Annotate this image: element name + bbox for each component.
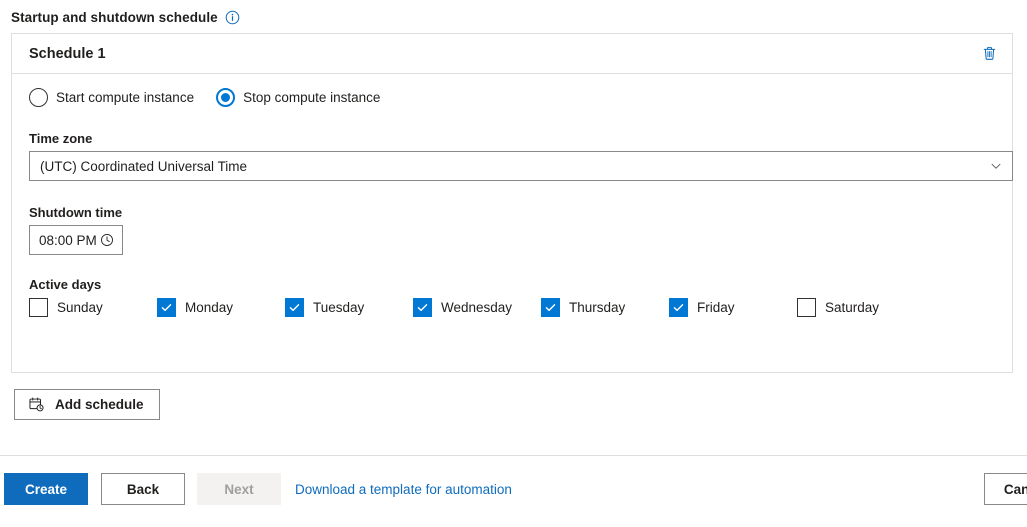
delete-schedule-button[interactable]	[974, 39, 1004, 69]
schedule-card-header: Schedule 1	[12, 34, 1012, 74]
add-schedule-label: Add schedule	[55, 397, 144, 412]
radio-mark-unselected	[29, 88, 48, 107]
day-label: Thursday	[569, 300, 626, 315]
day-checkbox-saturday[interactable]: Saturday	[797, 298, 925, 317]
time-zone-field: Time zone (UTC) Coordinated Universal Ti…	[29, 131, 1013, 181]
chevron-down-icon	[989, 159, 1003, 173]
day-checkbox-tuesday[interactable]: Tuesday	[285, 298, 413, 317]
add-schedule-button[interactable]: Add schedule	[14, 389, 160, 420]
time-zone-label: Time zone	[29, 131, 93, 146]
day-label: Friday	[697, 300, 735, 315]
day-label: Tuesday	[313, 300, 365, 315]
day-checkbox-thursday[interactable]: Thursday	[541, 298, 669, 317]
day-label: Saturday	[825, 300, 880, 315]
action-radio-group: Start compute instance Stop compute inst…	[29, 88, 995, 107]
checkbox-mark	[541, 298, 560, 317]
footer-divider	[0, 455, 1027, 456]
day-checkbox-friday[interactable]: Friday	[669, 298, 797, 317]
time-zone-select[interactable]: (UTC) Coordinated Universal Time	[29, 151, 1013, 181]
day-checkbox-monday[interactable]: Monday	[157, 298, 285, 317]
checkbox-mark	[413, 298, 432, 317]
active-days-field: Active days Sunday Monday Tuesday Wednes…	[29, 277, 995, 317]
checkbox-mark	[797, 298, 816, 317]
trash-icon	[981, 45, 998, 62]
day-checkbox-wednesday[interactable]: Wednesday	[413, 298, 541, 317]
shutdown-time-input[interactable]: 08:00 PM	[29, 225, 123, 255]
section-title-row: Startup and shutdown schedule	[11, 10, 240, 25]
cancel-button[interactable]: Cancel	[984, 473, 1027, 505]
download-template-link[interactable]: Download a template for automation	[295, 482, 512, 497]
calendar-clock-icon	[28, 396, 45, 413]
time-zone-value: (UTC) Coordinated Universal Time	[40, 158, 248, 174]
shutdown-time-value: 08:00 PM	[39, 232, 97, 248]
schedule-card-body: Start compute instance Stop compute inst…	[12, 88, 1013, 317]
info-circle-icon[interactable]	[225, 10, 240, 25]
checkbox-mark	[285, 298, 304, 317]
day-label: Monday	[185, 300, 234, 315]
day-checkbox-sunday[interactable]: Sunday	[29, 298, 157, 317]
back-button[interactable]: Back	[101, 473, 185, 505]
page-title: Startup and shutdown schedule	[11, 10, 218, 25]
checkbox-mark	[29, 298, 48, 317]
next-button: Next	[197, 473, 281, 505]
radio-label-stop: Stop compute instance	[243, 90, 381, 105]
day-label: Sunday	[57, 300, 103, 315]
footer-actions: Create Back Next Download a template for…	[0, 473, 1027, 505]
radio-start-compute-instance[interactable]: Start compute instance	[29, 88, 194, 107]
clock-icon[interactable]	[100, 233, 114, 247]
active-days-label: Active days	[29, 277, 102, 292]
schedule-card: Schedule 1 Start compute instance Stop c…	[11, 33, 1013, 373]
active-days-row: Sunday Monday Tuesday Wednesday Thursday…	[29, 298, 995, 317]
checkbox-mark	[669, 298, 688, 317]
radio-mark-selected	[216, 88, 236, 107]
checkbox-mark	[157, 298, 176, 317]
day-label: Wednesday	[441, 300, 513, 315]
create-button[interactable]: Create	[4, 473, 88, 505]
shutdown-time-label: Shutdown time	[29, 205, 123, 220]
schedule-title: Schedule 1	[29, 45, 106, 62]
radio-stop-compute-instance[interactable]: Stop compute instance	[216, 88, 380, 107]
radio-label-start: Start compute instance	[56, 90, 195, 105]
shutdown-time-field: Shutdown time 08:00 PM	[29, 205, 995, 255]
